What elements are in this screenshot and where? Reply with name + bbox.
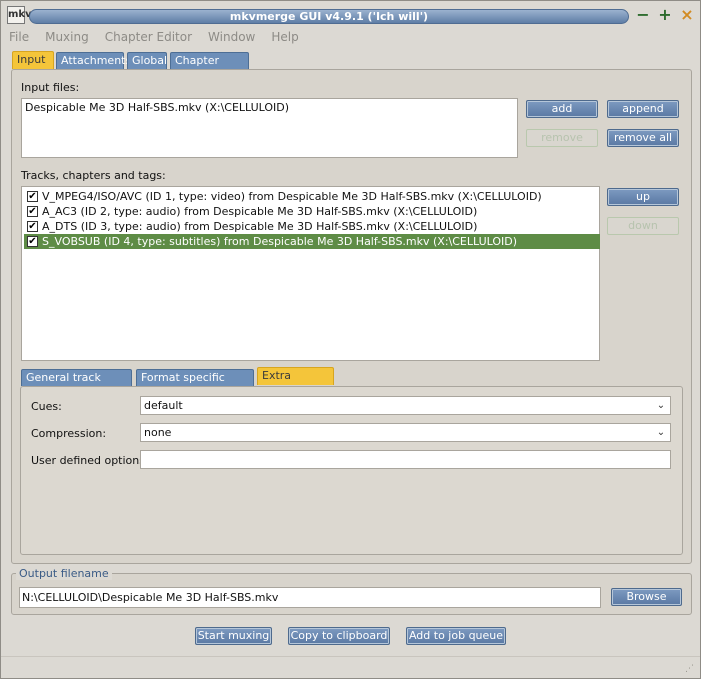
checkbox-icon[interactable]: ✔ <box>27 191 38 202</box>
track-row[interactable]: ✔ V_MPEG4/ISO/AVC (ID 1, type: video) fr… <box>24 189 600 204</box>
browse-button[interactable]: Browse <box>611 588 682 606</box>
tab-format-specific-options[interactable]: Format specific options <box>136 369 254 399</box>
remove-button[interactable]: remove <box>526 129 598 147</box>
append-button[interactable]: append <box>607 100 679 118</box>
main-window: mkv mkvmerge GUI v4.9.1 ('Ich will') − +… <box>0 0 701 679</box>
output-filename-value: N:\CELLULOID\Despicable Me 3D Half-SBS.m… <box>22 591 279 604</box>
compression-select[interactable]: none ⌄ <box>140 423 671 442</box>
track-label: S_VOBSUB (ID 4, type: subtitles) from De… <box>42 235 518 248</box>
title-bar[interactable]: mkv mkvmerge GUI v4.9.1 ('Ich will') − +… <box>1 1 700 29</box>
app-icon[interactable]: mkv <box>7 6 32 24</box>
add-button[interactable]: add <box>526 100 598 118</box>
input-files-label: Input files: <box>21 81 80 94</box>
maximize-icon[interactable]: + <box>657 7 673 23</box>
tab-chapter-editor[interactable]: Chapter Editor <box>170 52 249 82</box>
menu-window[interactable]: Window <box>208 30 255 48</box>
resize-grip-icon[interactable]: ⋰ <box>685 663 697 675</box>
output-filename-label: Output filename <box>16 567 112 580</box>
tracks-label: Tracks, chapters and tags: <box>21 169 166 182</box>
input-file-item[interactable]: Despicable Me 3D Half-SBS.mkv (X:\CELLUL… <box>25 101 289 114</box>
track-label: A_DTS (ID 3, type: audio) from Despicabl… <box>42 220 478 233</box>
start-muxing-button[interactable]: Start muxing <box>195 627 272 645</box>
menu-chapter-editor[interactable]: Chapter Editor <box>105 30 192 48</box>
user-options-input[interactable] <box>140 450 671 469</box>
checkbox-icon[interactable]: ✔ <box>27 236 38 247</box>
checkbox-icon[interactable]: ✔ <box>27 206 38 217</box>
track-label: V_MPEG4/ISO/AVC (ID 1, type: video) from… <box>42 190 542 203</box>
copy-to-clipboard-button[interactable]: Copy to clipboard <box>288 627 390 645</box>
cues-label: Cues: <box>31 400 62 413</box>
output-filename-input[interactable]: N:\CELLULOID\Despicable Me 3D Half-SBS.m… <box>19 587 601 608</box>
tab-general-track-options[interactable]: General track options <box>21 369 132 399</box>
tab-global[interactable]: Global <box>127 52 167 69</box>
tab-attachments[interactable]: Attachments <box>56 52 131 69</box>
input-files-list[interactable]: Despicable Me 3D Half-SBS.mkv (X:\CELLUL… <box>21 98 518 158</box>
tab-extra-options[interactable]: Extra options <box>257 367 334 397</box>
window-title: mkvmerge GUI v4.9.1 ('Ich will') <box>29 9 629 24</box>
tracks-list[interactable]: ✔ V_MPEG4/ISO/AVC (ID 1, type: video) fr… <box>21 186 600 361</box>
up-button[interactable]: up <box>607 188 679 206</box>
menu-muxing[interactable]: Muxing <box>45 30 89 48</box>
user-options-label: User defined options: <box>31 454 149 467</box>
track-row-selected[interactable]: ✔ S_VOBSUB (ID 4, type: subtitles) from … <box>24 234 600 249</box>
menu-help[interactable]: Help <box>271 30 298 48</box>
compression-value: none <box>144 426 172 439</box>
status-bar <box>1 656 700 678</box>
close-icon[interactable]: × <box>679 7 695 23</box>
chevron-down-icon[interactable]: ⌄ <box>654 425 668 440</box>
track-row[interactable]: ✔ A_DTS (ID 3, type: audio) from Despica… <box>24 219 600 234</box>
track-label: A_AC3 (ID 2, type: audio) from Despicabl… <box>42 205 478 218</box>
remove-all-button[interactable]: remove all <box>607 129 679 147</box>
menu-bar: File Muxing Chapter Editor Window Help <box>9 30 299 48</box>
tab-input[interactable]: Input <box>12 51 54 69</box>
compression-label: Compression: <box>31 427 107 440</box>
minimize-icon[interactable]: − <box>635 7 651 23</box>
chevron-down-icon[interactable]: ⌄ <box>654 398 668 413</box>
menu-file[interactable]: File <box>9 30 29 48</box>
down-button[interactable]: down <box>607 217 679 235</box>
track-row[interactable]: ✔ A_AC3 (ID 2, type: audio) from Despica… <box>24 204 600 219</box>
checkbox-icon[interactable]: ✔ <box>27 221 38 232</box>
cues-select[interactable]: default ⌄ <box>140 396 671 415</box>
cues-value: default <box>144 399 183 412</box>
add-to-job-queue-button[interactable]: Add to job queue <box>406 627 506 645</box>
